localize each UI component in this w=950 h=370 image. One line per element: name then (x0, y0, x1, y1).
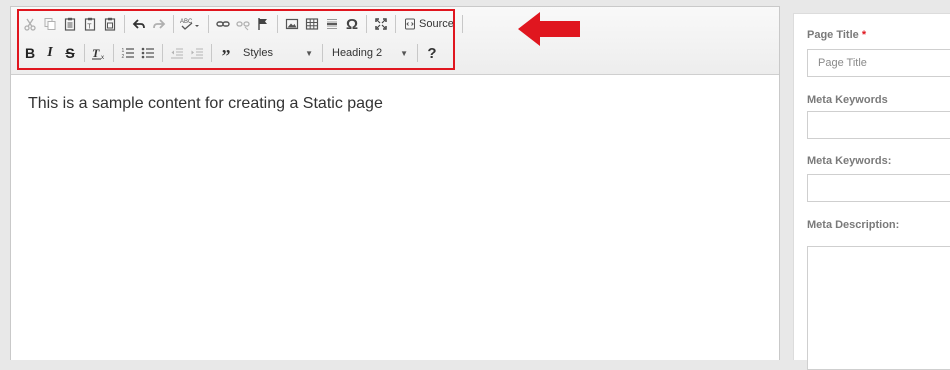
red-arrow-annotation (518, 12, 580, 46)
copy-icon[interactable] (40, 13, 60, 35)
spellcheck-icon[interactable]: ABC (178, 13, 204, 35)
source-icon (405, 18, 415, 30)
paste-icon[interactable] (60, 13, 80, 35)
toolbar-separator (162, 44, 163, 62)
toolbar-separator (395, 15, 396, 33)
anchor-flag-icon[interactable] (253, 13, 273, 35)
cut-icon[interactable] (20, 13, 40, 35)
editor-content[interactable]: This is a sample content for creating a … (28, 95, 383, 113)
toolbar-separator (124, 15, 125, 33)
source-button[interactable]: Source (400, 13, 458, 35)
chevron-down-icon: ▼ (305, 48, 313, 58)
paste-text-icon[interactable]: T (80, 13, 100, 35)
indent-icon[interactable] (187, 42, 207, 64)
svg-text:2: 2 (122, 54, 125, 60)
meta-keywords-2-label: Meta Keywords: (807, 155, 892, 167)
page-title-input[interactable] (807, 49, 950, 77)
toolbar-separator (322, 44, 323, 62)
toolbar-separator (84, 44, 85, 62)
styles-dropdown-label: Styles (243, 47, 273, 59)
svg-text:x: x (101, 55, 104, 60)
unlink-icon[interactable] (233, 13, 253, 35)
italic-icon[interactable]: I (40, 42, 60, 64)
toolbar-separator (366, 15, 367, 33)
toolbar-row-1: T ABC Ω Source (20, 12, 467, 36)
toolbar-separator (461, 15, 463, 33)
numbered-list-icon[interactable]: 12 (118, 42, 138, 64)
page-title-label: Page Title * (807, 29, 867, 41)
source-label: Source (419, 18, 454, 30)
strikethrough-icon[interactable]: S (60, 42, 80, 64)
link-icon[interactable] (213, 13, 233, 35)
help-icon[interactable]: ? (422, 42, 442, 64)
meta-keywords-input[interactable] (807, 111, 950, 139)
toolbar-separator (211, 44, 212, 62)
svg-text:T: T (87, 24, 92, 31)
toolbar-row-2: B I S Tx 12 ” Styles ▼ Heading 2 ▼ ? (20, 41, 442, 66)
meta-keywords-2-input[interactable] (807, 174, 950, 202)
toolbar-separator (173, 15, 174, 33)
rich-text-editor: T ABC Ω Source B I S T x 1 2 ” Styles ▼ … (10, 6, 780, 360)
toolbar-separator (113, 44, 114, 62)
bulleted-list-icon[interactable] (138, 42, 158, 64)
toolbar-separator (208, 15, 209, 33)
format-dropdown-label: Heading 2 (332, 47, 383, 59)
special-char-omega-icon[interactable]: Ω (342, 13, 362, 35)
styles-dropdown[interactable]: Styles ▼ (238, 43, 318, 63)
format-dropdown[interactable]: Heading 2 ▼ (327, 43, 413, 63)
toolbar-separator (277, 15, 278, 33)
image-icon[interactable] (282, 13, 302, 35)
paste-word-icon[interactable] (100, 13, 120, 35)
bold-icon[interactable]: B (20, 42, 40, 64)
editor-toolbar: T ABC Ω Source B I S T x 1 2 ” Styles ▼ … (11, 7, 779, 75)
undo-icon[interactable] (129, 13, 149, 35)
toolbar-separator (417, 44, 418, 62)
meta-keywords-label: Meta Keywords (807, 94, 888, 106)
svg-text:T: T (92, 46, 100, 60)
outdent-icon[interactable] (167, 42, 187, 64)
page-settings-panel: Page Title * Meta Keywords Meta Keywords… (793, 13, 950, 370)
horizontal-rule-icon[interactable] (322, 13, 342, 35)
maximize-icon[interactable] (371, 13, 391, 35)
required-mark: * (861, 29, 867, 41)
table-icon[interactable] (302, 13, 322, 35)
chevron-down-icon: ▼ (400, 48, 408, 58)
meta-description-label: Meta Description: (807, 219, 900, 231)
meta-description-textarea[interactable] (807, 246, 950, 370)
blockquote-icon[interactable]: ” (216, 42, 236, 66)
redo-icon[interactable] (149, 13, 169, 35)
remove-format-icon[interactable]: Tx (89, 42, 109, 64)
